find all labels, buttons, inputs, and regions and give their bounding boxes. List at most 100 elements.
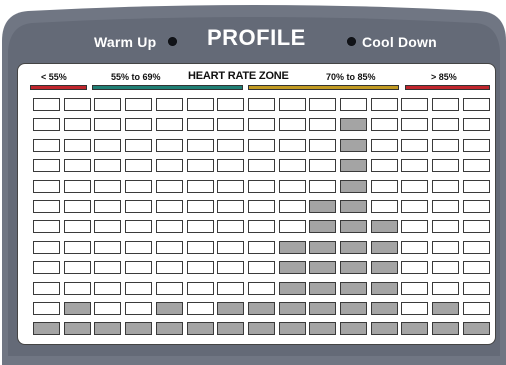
profile-cell (94, 322, 121, 335)
profile-cell (340, 200, 367, 213)
profile-cell (401, 261, 428, 274)
profile-cell (463, 180, 490, 193)
profile-cell (309, 200, 336, 213)
profile-cell (340, 98, 367, 111)
profile-cell (187, 98, 214, 111)
profile-cell (125, 282, 152, 295)
profile-cell (33, 159, 60, 172)
profile-cell (94, 282, 121, 295)
profile-cell (279, 180, 306, 193)
profile-cell (401, 180, 428, 193)
profile-cell (94, 241, 121, 254)
profile-cell (432, 322, 459, 335)
profile-cell (187, 241, 214, 254)
profile-cell (401, 241, 428, 254)
profile-cell (340, 159, 367, 172)
profile-cell (156, 118, 183, 131)
profile-cell (401, 98, 428, 111)
profile-cell (217, 220, 244, 233)
profile-cell (340, 220, 367, 233)
profile-cell (125, 261, 152, 274)
profile-cell (64, 200, 91, 213)
profile-cell (340, 241, 367, 254)
profile-cell (371, 220, 398, 233)
profile-cell (125, 220, 152, 233)
profile-cell (279, 302, 306, 315)
profile-cell (64, 261, 91, 274)
profile-cell (309, 241, 336, 254)
profile-cell (64, 118, 91, 131)
zone-label-below-55: < 55% (41, 72, 67, 82)
profile-cell (156, 180, 183, 193)
profile-cell (64, 322, 91, 335)
profile-cell (156, 139, 183, 152)
profile-cell (187, 180, 214, 193)
profile-cell (187, 159, 214, 172)
cool-down-indicator-icon (347, 37, 356, 46)
warm-up-indicator-icon (168, 37, 177, 46)
profile-cell (371, 322, 398, 335)
profile-cell (217, 282, 244, 295)
profile-cell (309, 322, 336, 335)
profile-cell (309, 159, 336, 172)
profile-cell (340, 139, 367, 152)
profile-cell (463, 159, 490, 172)
profile-cell (64, 220, 91, 233)
profile-cell (94, 180, 121, 193)
profile-cell (33, 220, 60, 233)
profile-cell (463, 241, 490, 254)
profile-cell (125, 302, 152, 315)
profile-cell (33, 118, 60, 131)
profile-cell (187, 220, 214, 233)
profile-cell (156, 241, 183, 254)
profile-cell (64, 241, 91, 254)
profile-cell (371, 180, 398, 193)
profile-cell (94, 98, 121, 111)
profile-cell (94, 220, 121, 233)
profile-cell (156, 98, 183, 111)
profile-cell (156, 322, 183, 335)
profile-cell (371, 282, 398, 295)
profile-cell (279, 98, 306, 111)
profile-cell (94, 159, 121, 172)
profile-cell (463, 220, 490, 233)
profile-cell (432, 118, 459, 131)
profile-cell (64, 139, 91, 152)
profile-cell (401, 159, 428, 172)
profile-cell (279, 261, 306, 274)
cool-down-label: Cool Down (362, 34, 437, 50)
zone-bar-below-55 (30, 85, 87, 90)
profile-cell (156, 282, 183, 295)
profile-cell (125, 322, 152, 335)
profile-cell (463, 261, 490, 274)
zone-bar-55-69 (92, 85, 243, 90)
profile-cell (156, 220, 183, 233)
profile-cell (125, 159, 152, 172)
profile-cell (248, 241, 275, 254)
profile-cell (309, 180, 336, 193)
profile-cell (248, 282, 275, 295)
profile-cell (156, 302, 183, 315)
profile-cell (432, 159, 459, 172)
profile-cell (463, 118, 490, 131)
profile-cell (371, 200, 398, 213)
profile-cell (248, 98, 275, 111)
profile-cell (217, 322, 244, 335)
profile-cell (463, 302, 490, 315)
profile-cell (248, 139, 275, 152)
zone-bar-above-85 (405, 85, 490, 90)
profile-cell (187, 302, 214, 315)
profile-cell (371, 139, 398, 152)
profile-cell (340, 261, 367, 274)
profile-cell (309, 139, 336, 152)
profile-cell (33, 322, 60, 335)
profile-cell (340, 302, 367, 315)
profile-cell (432, 302, 459, 315)
profile-cell (217, 139, 244, 152)
profile-cell (64, 159, 91, 172)
heart-rate-zone-title: HEART RATE ZONE (188, 70, 289, 82)
zone-label-70-85: 70% to 85% (326, 72, 376, 82)
profile-cell (64, 180, 91, 193)
profile-cell (248, 180, 275, 193)
profile-cell (248, 220, 275, 233)
